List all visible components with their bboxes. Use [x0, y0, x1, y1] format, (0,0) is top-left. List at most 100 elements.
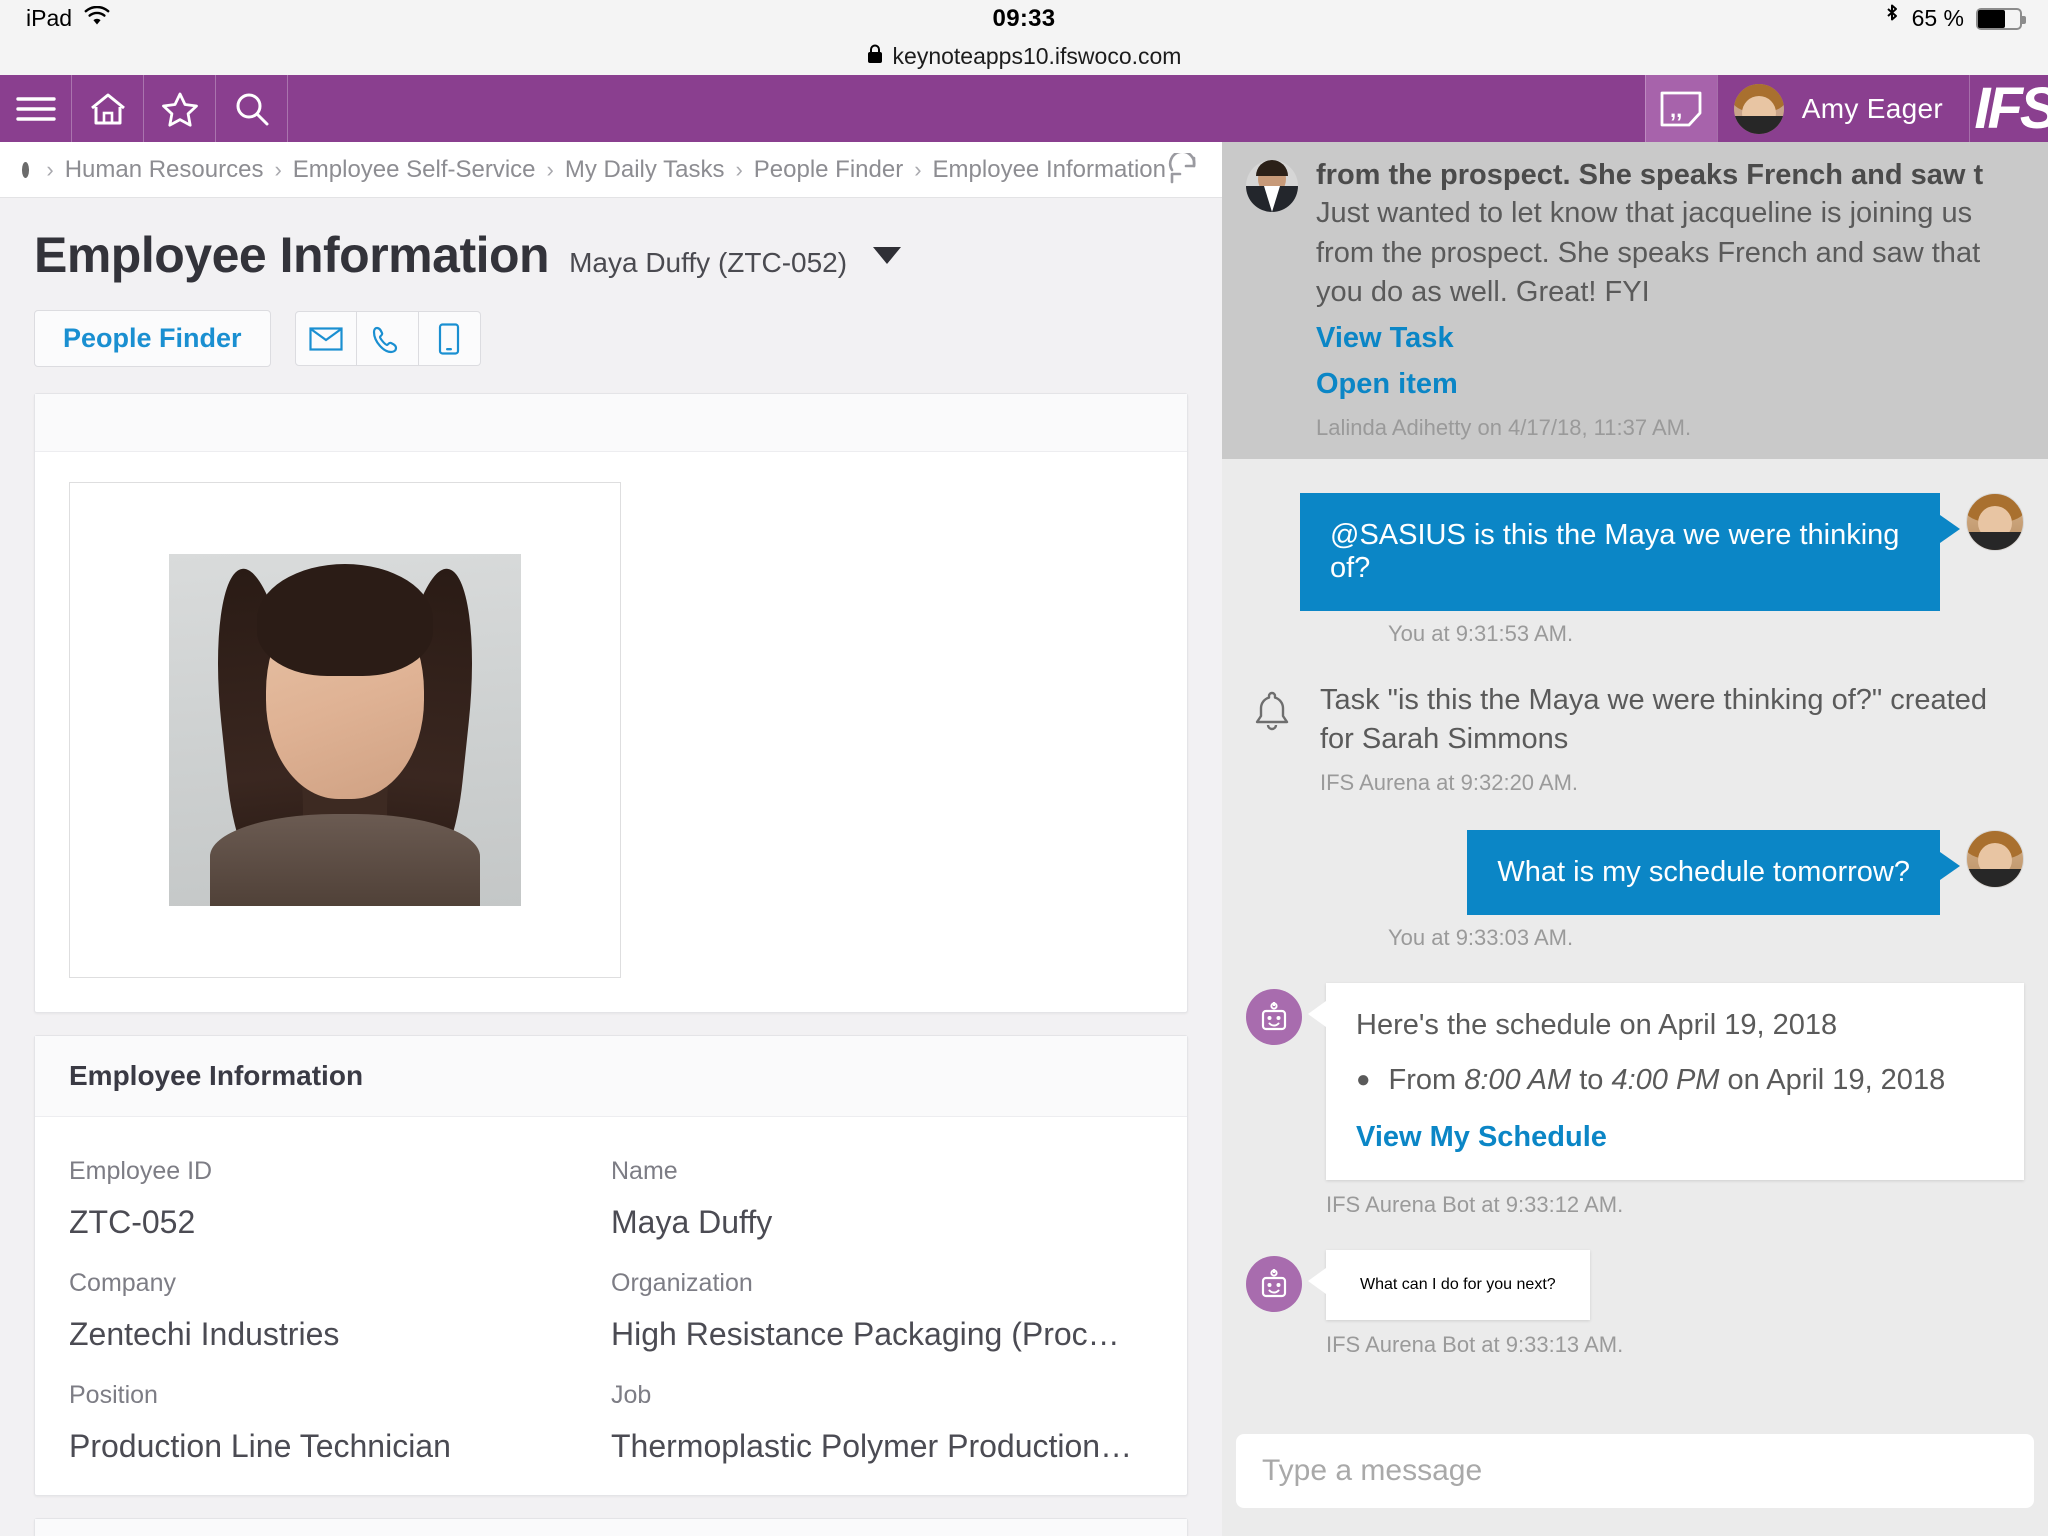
- star-icon[interactable]: [144, 75, 216, 142]
- avatar: [1734, 84, 1784, 134]
- people-finder-button[interactable]: People Finder: [34, 310, 271, 367]
- user-menu[interactable]: Amy Eager: [1717, 75, 1970, 142]
- page-body: › Human Resources › Employee Self-Servic…: [0, 142, 2048, 1536]
- chat-panel: from the prospect. She speaks French and…: [1222, 142, 2048, 1536]
- chat-message-bot-followup: What can I do for you next? IFS Aurena B…: [1246, 1250, 2024, 1358]
- content-scroll-area[interactable]: Employee Information Employee ID Name ZT…: [0, 367, 1222, 1536]
- breadcrumb-item-0[interactable]: Human Resources: [65, 156, 264, 184]
- field-value: Production Line Technician: [69, 1418, 611, 1465]
- home-icon[interactable]: [72, 75, 144, 142]
- breadcrumb-separator: ›: [46, 157, 53, 183]
- hamburger-menu-icon[interactable]: [0, 75, 72, 142]
- photo-container: [35, 452, 1187, 1012]
- chat-message-outgoing: @SASIUS is this the Maya we were thinkin…: [1246, 493, 2024, 647]
- breadcrumb-item-1[interactable]: Employee Self-Service: [293, 156, 536, 184]
- bullet-mid: to: [1571, 1064, 1611, 1096]
- logo-text: IFS: [1974, 75, 2048, 142]
- breadcrumb-item-4[interactable]: Employee Information: [933, 156, 1166, 184]
- employee-photo: [169, 554, 521, 906]
- amy-eager-avatar: [1966, 830, 2024, 888]
- message-headline: from the prospect. She speaks French and…: [1316, 156, 2024, 194]
- employee-info-heading: Employee Information: [35, 1036, 1187, 1117]
- message-meta: IFS Aurena at 9:32:20 AM.: [1246, 770, 2024, 796]
- application-toolbar: ,, Amy Eager IFS: [0, 75, 2048, 142]
- card-toolbar-strip: [35, 394, 1187, 452]
- bot-response-bubble: What can I do for you next?: [1326, 1250, 1590, 1320]
- phone-icon[interactable]: [357, 311, 419, 366]
- photo-frame: [69, 482, 621, 978]
- field-label: Name: [611, 1137, 1153, 1186]
- page-subtitle: Maya Duffy (ZTC-052): [569, 247, 847, 279]
- message-meta: You at 9:31:53 AM.: [1246, 621, 2024, 647]
- field-label: Job: [611, 1361, 1153, 1410]
- field-value: High Resistance Packaging (Process 2): [611, 1306, 1153, 1353]
- bullet-end-time: 4:00 PM: [1611, 1064, 1719, 1096]
- toolbar-spacer: [288, 75, 1645, 142]
- breadcrumb-item-3[interactable]: People Finder: [754, 156, 903, 184]
- ifs-logo: IFS: [1970, 75, 2048, 142]
- bot-bullet-item: ● From 8:00 AM to 4:00 PM on April 19, 2…: [1356, 1064, 1994, 1097]
- chat-message-bot-schedule: Here's the schedule on April 19, 2018 ● …: [1246, 983, 2024, 1218]
- work-address-heading: Work Address and Contact Information: [35, 1519, 1187, 1536]
- chat-message-input[interactable]: [1236, 1434, 2034, 1508]
- url-text: keynoteapps10.ifswoco.com: [893, 43, 1182, 70]
- bullet-dot-icon: ●: [1356, 1064, 1371, 1097]
- field-value: Maya Duffy: [611, 1194, 1153, 1241]
- field-value: ZTC-052: [69, 1194, 611, 1241]
- field-label: Organization: [611, 1249, 1153, 1298]
- message-meta: IFS Aurena Bot at 9:33:12 AM.: [1246, 1192, 2024, 1218]
- field-label: Position: [69, 1361, 611, 1410]
- refresh-icon[interactable]: [1166, 153, 1200, 187]
- chat-message-outgoing: What is my schedule tomorrow? You at 9:3…: [1246, 830, 2024, 951]
- breadcrumb-separator: ›: [735, 157, 742, 183]
- work-address-card: Work Address and Contact Information: [34, 1518, 1188, 1536]
- chevron-down-icon[interactable]: [873, 247, 901, 264]
- chat-message-list[interactable]: from the prospect. She speaks French and…: [1222, 142, 2048, 1418]
- breadcrumb-separator: ›: [914, 157, 921, 183]
- lock-icon: [867, 43, 883, 70]
- message-meta: IFS Aurena Bot at 9:33:13 AM.: [1246, 1332, 2024, 1358]
- message-bubble: @SASIUS is this the Maya we were thinkin…: [1300, 493, 1940, 611]
- message-text: Just wanted to let know that jacqueline …: [1316, 194, 2024, 312]
- quote-bubble-icon[interactable]: ,,: [1645, 75, 1717, 142]
- page-header: Employee Information Maya Duffy (ZTC-052…: [0, 198, 1222, 284]
- mobile-phone-icon[interactable]: [419, 311, 481, 366]
- page-title: Employee Information: [34, 226, 549, 284]
- open-item-link[interactable]: Open item: [1316, 363, 2024, 405]
- employee-photo-card: [34, 393, 1188, 1013]
- field-value: Thermoplastic Polymer Production Tec...: [611, 1418, 1153, 1465]
- bullet-prefix: From: [1389, 1064, 1465, 1096]
- field-label: Employee ID: [69, 1137, 611, 1186]
- breadcrumb-item-2[interactable]: My Daily Tasks: [565, 156, 725, 184]
- browser-url-bar[interactable]: keynoteapps10.ifswoco.com: [0, 37, 2048, 75]
- title-row: Employee Information Maya Duffy (ZTC-052…: [34, 226, 1188, 284]
- contact-avatar: [1246, 160, 1298, 212]
- view-my-schedule-link[interactable]: View My Schedule: [1356, 1121, 1994, 1154]
- chat-message-notification: Task "is this the Maya we were thinking …: [1246, 681, 2024, 796]
- employee-info-fields: Employee ID Name ZTC-052 Maya Duffy Comp…: [35, 1117, 1187, 1495]
- status-clock: 09:33: [0, 5, 2048, 33]
- user-name-label: Amy Eager: [1802, 93, 1943, 125]
- message-bubble: What is my schedule tomorrow?: [1467, 830, 1940, 915]
- bell-icon: [1246, 681, 1298, 733]
- message-meta: You at 9:33:03 AM.: [1246, 925, 2024, 951]
- field-value: Zentechi Industries: [69, 1306, 611, 1353]
- breadcrumb: › Human Resources › Employee Self-Servic…: [0, 142, 1222, 198]
- breadcrumb-trail: › Human Resources › Employee Self-Servic…: [35, 156, 1166, 184]
- battery-icon: [1976, 8, 2022, 30]
- message-meta: Lalinda Adihetty on 4/17/18, 11:37 AM.: [1316, 415, 2024, 441]
- bot-headline: Here's the schedule on April 19, 2018: [1356, 1009, 1994, 1042]
- ios-status-bar: iPad 09:33 65 %: [0, 0, 2048, 37]
- bot-avatar: [1246, 989, 1302, 1045]
- field-label: Company: [69, 1249, 611, 1298]
- view-task-link[interactable]: View Task: [1316, 317, 2024, 359]
- contact-icon-group: [295, 311, 481, 366]
- employee-information-card: Employee Information Employee ID Name ZT…: [34, 1035, 1188, 1496]
- navigator-dot-icon[interactable]: [22, 162, 29, 178]
- bullet-start-time: 8:00 AM: [1464, 1064, 1571, 1096]
- envelope-icon[interactable]: [295, 311, 357, 366]
- bot-avatar: [1246, 1256, 1302, 1312]
- breadcrumb-separator: ›: [547, 157, 554, 183]
- svg-text:,,: ,,: [1670, 97, 1682, 122]
- search-icon[interactable]: [216, 75, 288, 142]
